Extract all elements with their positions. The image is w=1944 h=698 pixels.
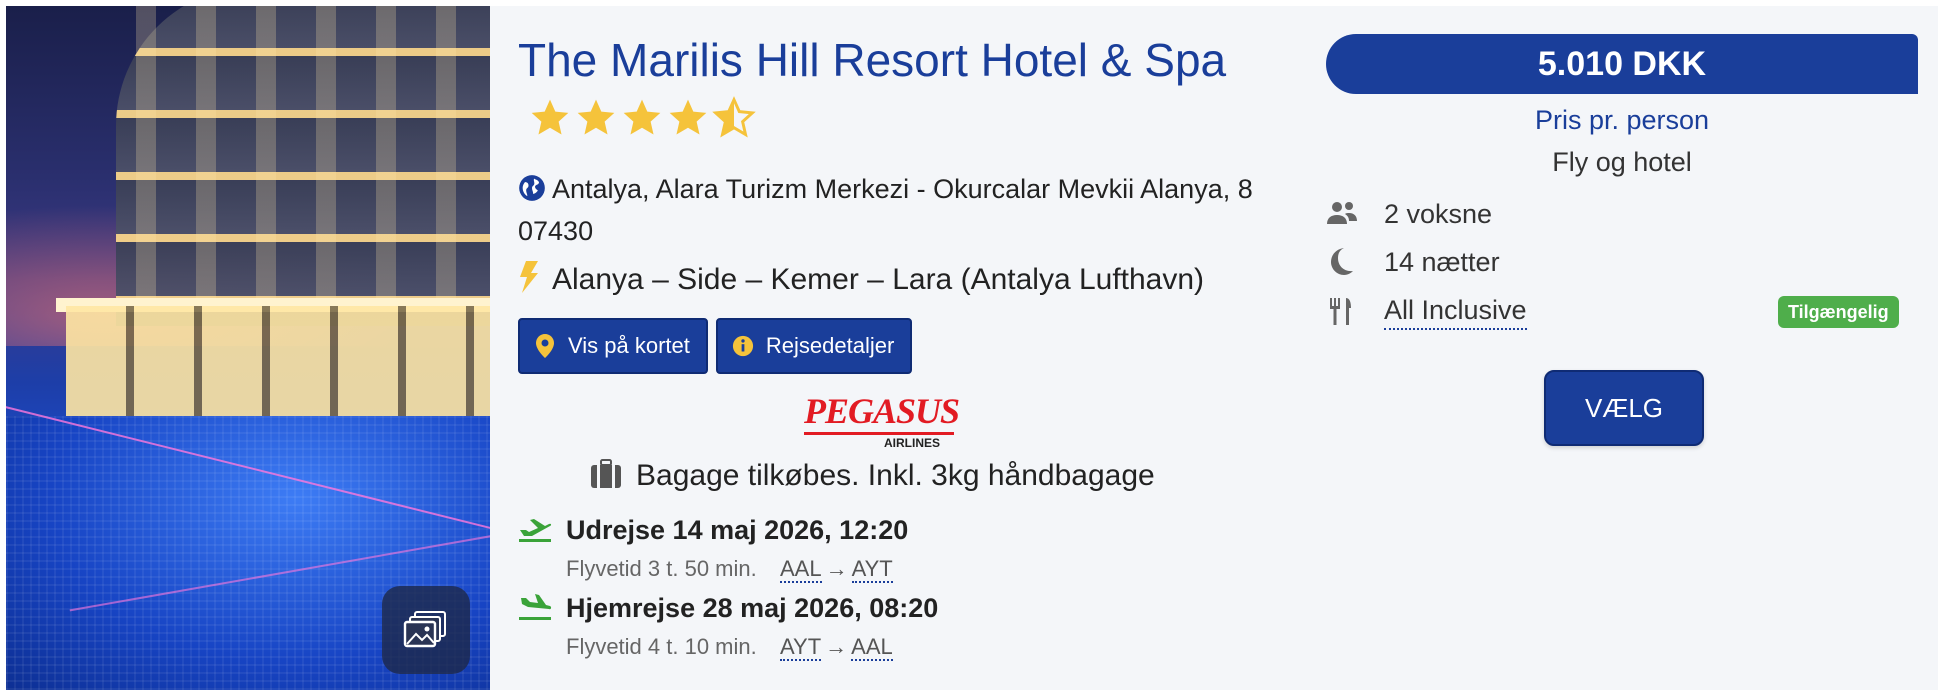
show-on-map-button[interactable]: Vis på kortet: [518, 318, 708, 374]
arrow-icon: →: [825, 556, 848, 581]
half-star-icon: [712, 96, 756, 138]
outbound-title: Udrejse 14 maj 2026, 12:20: [566, 515, 909, 545]
outbound-duration: Flyvetid 3 t. 50 min.: [566, 556, 757, 581]
hotel-photo[interactable]: [6, 6, 490, 690]
price-badge: 5.010 DKK: [1326, 34, 1918, 94]
star-icon: [531, 99, 569, 135]
hotel-title[interactable]: The Marilis Hill Resort Hotel & Spa: [518, 30, 1258, 150]
nights-text: 14 nætter: [1384, 247, 1500, 277]
lightning-icon: [520, 261, 538, 293]
star-rating: [528, 96, 756, 140]
star-icon: [669, 99, 707, 135]
arrow-icon: →: [825, 634, 848, 659]
airline-sub: AIRLINES: [804, 432, 954, 451]
users-icon: [1327, 202, 1357, 224]
price-label: Pris pr. person: [1534, 105, 1710, 135]
photo-tower-windows: [136, 6, 490, 306]
airports: Alanya – Side – Kemer – Lara (Antalya Lu…: [518, 258, 1204, 302]
star-icon: [577, 99, 615, 135]
globe-icon: [519, 175, 545, 201]
outbound-to[interactable]: AYT: [851, 556, 893, 583]
info-icon: [732, 335, 753, 357]
outbound-meta: Flyvetid 3 t. 50 min. AAL → AYT: [566, 554, 893, 584]
guests-text: 2 voksne: [1384, 199, 1493, 229]
airports-text: Alanya – Side – Kemer – Lara (Antalya Lu…: [552, 263, 1205, 296]
plane-arrival-icon: [519, 594, 552, 620]
guests-row: 2 voksne: [1326, 194, 1926, 234]
airline-name: PEGASUS: [804, 391, 960, 431]
inbound-title: Hjemrejse 28 maj 2026, 08:20: [566, 593, 939, 623]
inbound-to[interactable]: AAL: [851, 634, 893, 661]
action-buttons: Vis på kortet Rejsedetaljer: [518, 318, 913, 374]
nights-row: 14 nætter: [1326, 242, 1926, 282]
address-text: Antalya, Alara Turizm Merkezi - Okurcala…: [518, 174, 1253, 246]
gallery-icon: [403, 611, 446, 648]
gallery-button[interactable]: [382, 586, 470, 674]
star-icon: [623, 99, 661, 135]
board-type-link[interactable]: All Inclusive: [1384, 292, 1527, 330]
inbound-duration: Flyvetid 4 t. 10 min.: [566, 634, 757, 659]
moon-icon: [1331, 248, 1353, 275]
baggage-info: Bagage tilkøbes. Inkl. 3kg håndbagage: [590, 454, 1155, 498]
photo-lobby: [66, 306, 490, 416]
availability-badge: Tilgængelig: [1778, 296, 1899, 328]
select-button[interactable]: VÆLG: [1544, 370, 1704, 446]
travel-details-button[interactable]: Rejsedetaljer: [715, 318, 913, 374]
package-type: Fly og hotel: [1552, 147, 1692, 177]
airline-logo: PEGASUS AIRLINES: [804, 391, 960, 451]
hotel-address: Antalya, Alara Turizm Merkezi - Okurcala…: [518, 168, 1278, 252]
outbound-from[interactable]: AAL: [780, 556, 822, 583]
travel-details-label: Rejsedetaljer: [765, 333, 895, 358]
inbound-meta: Flyvetid 4 t. 10 min. AYT → AAL: [566, 632, 893, 662]
map-pin-icon: [536, 334, 554, 358]
plane-departure-icon: [519, 519, 552, 542]
hotel-name[interactable]: The Marilis Hill Resort Hotel & Spa: [518, 34, 1226, 86]
fork-knife-icon: [1330, 298, 1351, 325]
suitcase-icon: [591, 459, 621, 488]
show-on-map-label: Vis på kortet: [568, 333, 690, 358]
baggage-text: Bagage tilkøbes. Inkl. 3kg håndbagage: [636, 459, 1155, 492]
hotel-offer-card: The Marilis Hill Resort Hotel & Spa Anta…: [6, 6, 1938, 690]
inbound-from[interactable]: AYT: [780, 634, 822, 661]
hotel-info: The Marilis Hill Resort Hotel & Spa Anta…: [518, 6, 1278, 690]
